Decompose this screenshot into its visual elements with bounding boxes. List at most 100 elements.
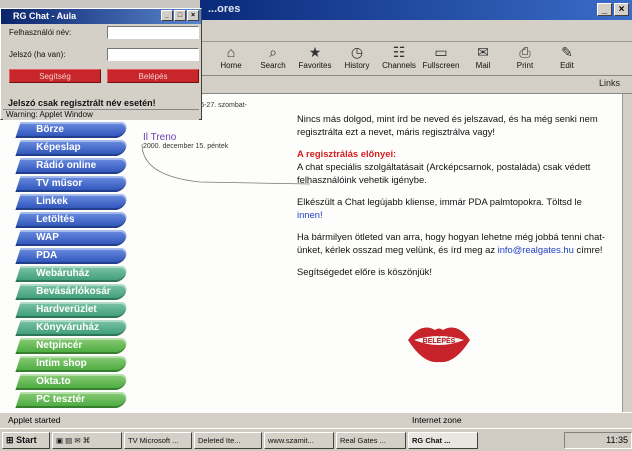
email-link[interactable]: info@realgates.hu xyxy=(498,244,574,255)
nav-item-label: PC tesztér xyxy=(36,394,86,405)
toolbar-button-label: Favorites xyxy=(298,61,332,70)
status-bar: Applet started Internet zone xyxy=(0,412,632,428)
toolbar-button-label: Edit xyxy=(560,61,574,70)
nav-item-label: Webáruház xyxy=(36,268,90,279)
nav-item[interactable]: PDA xyxy=(15,248,129,264)
address-bar: Links xyxy=(200,76,632,94)
toolbar-button-label: Fullscreen xyxy=(422,61,460,70)
taskbar-window-button[interactable]: RG Chat ... xyxy=(408,431,478,449)
nav-item[interactable]: Okta.to xyxy=(15,374,129,390)
browser-toolbar: ⌂ Home ⌕ Search ★ Favorites ◷ History ☷ Channels ▭… xyxy=(200,42,632,76)
applet-warning-status: Warning: Applet Window xyxy=(3,109,199,120)
print-icon: ⎙ xyxy=(519,44,531,60)
toolbar-button-home[interactable]: ⌂ Home xyxy=(210,42,252,76)
chat-login-window: RG Chat - Aula _ □ × Felhasználói név: J… xyxy=(0,8,202,120)
login-button[interactable]: Belépés xyxy=(107,69,199,83)
enter-lips-button[interactable]: BELÉPÉS xyxy=(405,318,473,366)
browser-title: ...ores xyxy=(208,3,241,15)
nav-item[interactable]: Netpincér xyxy=(15,338,129,354)
toolbar-button-label: History xyxy=(344,61,370,70)
password-warning: Jelszó csak regisztrált név esetén! xyxy=(8,98,156,108)
taskbar-window-button[interactable]: Real Gates ... xyxy=(336,431,406,449)
nav-item-label: Letöltés xyxy=(36,214,75,225)
toolbar-button-history[interactable]: ◷ History xyxy=(336,42,378,76)
system-tray: 11:35 xyxy=(564,431,632,449)
browser-title-bar: ...ores _ × xyxy=(200,0,632,20)
toolbar-button-print[interactable]: ⎙ Print xyxy=(504,42,546,76)
taskbar: ⊞ Start ▣ ▤ ✉ ⌘ TV Microsoft ... Deleted … xyxy=(0,428,632,451)
lips-label: BELÉPÉS xyxy=(423,336,456,345)
edit-icon: ✎ xyxy=(561,44,573,60)
username-field[interactable] xyxy=(107,26,199,39)
toolbar-button-favorites[interactable]: ★ Favorites xyxy=(294,42,336,76)
decorative-curve xyxy=(141,143,310,185)
help-button[interactable]: Segítség xyxy=(9,69,101,83)
nav-item[interactable]: Könyváruház xyxy=(15,320,129,336)
search-icon: ⌕ xyxy=(269,44,277,60)
chat-title: RG Chat - Aula xyxy=(13,11,77,21)
nav-item[interactable]: Hardverüzlet xyxy=(15,302,129,318)
close-icon[interactable]: × xyxy=(187,10,199,21)
start-button[interactable]: ⊞ Start xyxy=(2,431,50,449)
nav-item[interactable]: Bevásárlókosár xyxy=(15,284,129,300)
mail-icon: ✉ xyxy=(477,44,489,60)
nav-item[interactable]: Linkek xyxy=(15,194,129,210)
status-text: Applet started xyxy=(8,415,61,425)
browser-window-controls: _ × xyxy=(597,3,629,16)
nav-item[interactable]: TV műsor xyxy=(15,176,129,192)
password-field[interactable] xyxy=(107,48,199,61)
thanks-text: Segítségedet előre is köszönjük! xyxy=(297,266,432,277)
toolbar-button-mail[interactable]: ✉ Mail xyxy=(462,42,504,76)
nav-item[interactable]: Intim shop xyxy=(15,356,129,372)
nav-item-label: Könyváruház xyxy=(36,322,99,333)
taskbar-window-button[interactable]: www.szamit... xyxy=(264,431,334,449)
links-label[interactable]: Links xyxy=(599,78,620,88)
nav-item[interactable]: Webáruház xyxy=(15,266,129,282)
taskbar-buttons: TV Microsoft ... Deleted Ite... www.szamit… xyxy=(124,431,480,449)
zone-text: Internet zone xyxy=(412,415,462,425)
quick-launch[interactable]: ▣ ▤ ✉ ⌘ xyxy=(52,431,122,449)
nav-item[interactable]: Letöltés xyxy=(15,212,129,228)
home-icon: ⌂ xyxy=(226,44,236,60)
toolbar-button-edit[interactable]: ✎ Edit xyxy=(546,42,588,76)
nav-item[interactable]: Rádió online xyxy=(15,158,129,174)
vertical-scrollbar[interactable] xyxy=(622,94,632,412)
nav-item[interactable]: Börze xyxy=(15,122,129,138)
taskbar-window-button[interactable]: TV Microsoft ... xyxy=(124,431,192,449)
nav-item-label: Képeslap xyxy=(36,142,81,153)
idea-tail: címre! xyxy=(576,244,603,255)
toolbar-button-label: Home xyxy=(220,61,242,70)
toolbar-button-search[interactable]: ⌕ Search xyxy=(252,42,294,76)
intro-text: Nincs más dolgod, mint írd be neved és j… xyxy=(297,113,598,137)
nav-item[interactable]: Képeslap xyxy=(15,140,129,156)
nav-item-label: Intim shop xyxy=(36,358,87,369)
nav-item-label: TV műsor xyxy=(36,178,83,189)
nav-item-label: Börze xyxy=(36,124,64,135)
nav-item-label: PDA xyxy=(36,250,58,261)
maximize-icon[interactable]: □ xyxy=(174,10,186,21)
nav-item-label: Linkek xyxy=(36,196,68,207)
toolbar-button-label: Search xyxy=(260,61,286,70)
toolbar-button-label: Mail xyxy=(475,61,491,70)
clock: 11:35 xyxy=(606,434,628,445)
pda-text: Elkészült a Chat legújabb kliense, immár… xyxy=(297,196,582,207)
nav-item-label: Okta.to xyxy=(36,376,71,387)
taskbar-window-button[interactable]: Deleted Ite... xyxy=(194,431,262,449)
chat-title-bar: RG Chat - Aula _ □ × xyxy=(1,9,201,24)
close-icon[interactable]: × xyxy=(614,3,629,16)
history-icon: ◷ xyxy=(350,44,364,60)
minimize-icon[interactable]: _ xyxy=(161,10,173,21)
main-text: Nincs más dolgod, mint írd be neved és j… xyxy=(297,112,609,287)
nav-item-label: Netpincér xyxy=(36,340,83,351)
toolbar-button-channels[interactable]: ☷ Channels xyxy=(378,42,420,76)
pda-download-link[interactable]: innen! xyxy=(297,209,323,220)
screen: { "browser": { "title": "...ores", "tool… xyxy=(0,0,632,451)
toolbar-button-label: Channels xyxy=(382,61,416,70)
minimize-icon[interactable]: _ xyxy=(597,3,612,16)
nav-item[interactable]: PC tesztér xyxy=(15,392,129,408)
channels-icon: ☷ xyxy=(392,44,406,60)
nav-item[interactable]: WAP xyxy=(15,230,129,246)
nav-item-label: Hardverüzlet xyxy=(36,304,97,315)
chat-window-controls: _ □ × xyxy=(161,10,199,21)
toolbar-button-fullscreen[interactable]: ▭ Fullscreen xyxy=(420,42,462,76)
